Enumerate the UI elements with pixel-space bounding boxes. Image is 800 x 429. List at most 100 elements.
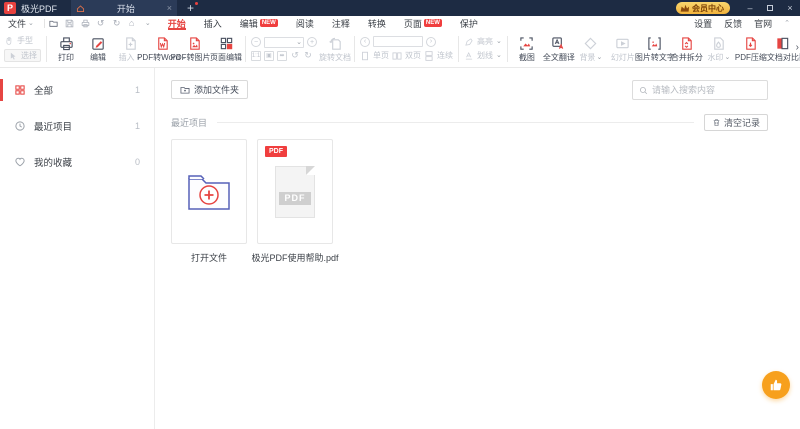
search-box[interactable] <box>632 80 768 100</box>
menu-label: 保护 <box>459 18 478 29</box>
official-site-link[interactable]: 官网 <box>754 17 772 30</box>
grid-icon <box>15 85 25 95</box>
print-quick-icon[interactable] <box>81 19 90 28</box>
feedback-link[interactable]: 反馈 <box>724 17 742 30</box>
translate-icon <box>551 36 566 51</box>
image-to-text-button[interactable]: 图片转文字 <box>635 31 675 67</box>
background-label: 背景 ⌄ <box>579 52 603 62</box>
continuous-label: 连续 <box>437 51 453 60</box>
continuous-button[interactable]: 连续 <box>424 50 453 61</box>
print-button[interactable]: 打印 <box>50 31 82 67</box>
vip-center-button[interactable]: 会员中心 <box>676 2 730 14</box>
menu-edit[interactable]: 编辑 NEW <box>231 16 287 30</box>
collapse-ribbon-icon[interactable]: ⌃ <box>784 20 790 27</box>
page-edit-label: 页面编辑 <box>210 52 242 62</box>
save-icon[interactable] <box>65 19 74 28</box>
tab-home[interactable]: 开始 × <box>71 0 178 16</box>
next-page-button[interactable]: › <box>426 36 436 47</box>
app-name: 极光PDF <box>21 3 58 14</box>
caret-down-icon[interactable]: ⌄ <box>145 20 151 27</box>
menu-page[interactable]: 页面 NEW <box>395 16 451 30</box>
tab-close-icon[interactable]: × <box>167 3 172 13</box>
open-file-card[interactable] <box>171 139 247 244</box>
menu-start[interactable]: 开始 <box>159 16 195 30</box>
toolbar-expand-icon[interactable]: › <box>796 42 799 53</box>
page-number-input[interactable] <box>373 36 423 47</box>
page-edit-icon <box>219 36 234 51</box>
screenshot-icon <box>519 36 534 51</box>
translate-label: 全文翻译 <box>542 52 575 62</box>
minimize-button[interactable]: – <box>740 0 760 16</box>
edit-label: 编辑 <box>90 52 106 62</box>
file-menu[interactable]: 文件 ⌄ <box>0 17 40 30</box>
app-logo-icon: P <box>4 2 16 14</box>
menu-insert[interactable]: 插入 <box>195 16 231 30</box>
rotate-right-button[interactable]: ↻ <box>303 51 313 61</box>
screenshot-button[interactable]: 截图 <box>511 31 543 67</box>
search-icon <box>640 86 648 94</box>
highlight-button[interactable]: 高亮 ⌄ <box>464 36 502 47</box>
menu-label: 阅读 <box>295 18 314 29</box>
rotate-doc-icon <box>328 36 343 51</box>
merge-split-icon <box>679 36 694 51</box>
rotate-doc-button[interactable]: 旋转文档 <box>319 31 351 67</box>
heart-icon <box>15 157 25 167</box>
hand-tool[interactable]: 手型 <box>4 35 41 46</box>
sidebar-item-all[interactable]: 全部 1 <box>0 72 154 108</box>
undo-icon[interactable]: ↺ <box>97 18 106 28</box>
background-button[interactable]: 背景 ⌄ <box>575 31 607 67</box>
menu-annotate[interactable]: 注释 <box>323 16 359 30</box>
page-edit-button[interactable]: 页面编辑 <box>210 31 242 67</box>
menu-read[interactable]: 阅读 <box>287 16 323 30</box>
image-to-text-label: 图片转文字 <box>634 52 675 62</box>
redo-icon[interactable]: ↻ <box>113 18 122 28</box>
close-button[interactable]: × <box>780 0 800 16</box>
open-file-icon[interactable] <box>49 19 58 28</box>
pdf-compress-button[interactable]: PDF压缩 <box>735 31 767 67</box>
vip-label: 会员中心 <box>692 3 724 13</box>
hand-label: 手型 <box>17 36 33 45</box>
divider <box>46 35 47 62</box>
fit-page-button[interactable]: ▣ <box>264 50 274 61</box>
double-page-button[interactable]: 双页 <box>392 50 421 61</box>
prev-page-button[interactable]: ‹ <box>360 36 370 47</box>
merge-split-button[interactable]: 合并拆分 <box>671 31 703 67</box>
title-bar: P 极光PDF 开始 × + 会员中心 – × <box>0 0 800 16</box>
sidebar-item-recent[interactable]: 最近项目 1 <box>0 108 154 144</box>
underline-button[interactable]: 划线 ⌄ <box>464 50 502 61</box>
clear-records-button[interactable]: 清空记录 <box>703 114 768 131</box>
sidebar: 全部 1 最近项目 1 我的收藏 0 <box>0 68 155 429</box>
feedback-fab-button[interactable] <box>762 371 790 399</box>
fit-width-button[interactable]: ⬌ <box>277 50 287 61</box>
zoom-out-button[interactable]: − <box>251 37 261 47</box>
menu-convert[interactable]: 转换 <box>359 16 395 30</box>
select-tool[interactable]: 选择 <box>4 49 41 62</box>
add-folder-button[interactable]: 添加文件夹 <box>171 80 249 99</box>
pdf-file-card[interactable]: PDF PDF <box>257 139 333 244</box>
zoom-in-button[interactable]: + <box>307 37 317 47</box>
translate-button[interactable]: 全文翻译 <box>543 31 575 67</box>
search-input[interactable] <box>652 85 761 95</box>
actual-size-button[interactable]: 1:1 <box>251 50 261 61</box>
pdf-to-image-button[interactable]: PDF转图片 ⌄ <box>171 31 217 67</box>
zoom-level-select[interactable]: ⌄ <box>264 36 304 48</box>
menu-protect[interactable]: 保护 <box>451 16 487 30</box>
maximize-button[interactable] <box>760 0 780 16</box>
single-page-label: 单页 <box>373 51 389 60</box>
app-window: P 极光PDF 开始 × + 会员中心 – × 文件 ⌄ ↺ ↻ ⌂ ⌄ 开始 … <box>0 0 800 429</box>
doc-compare-button[interactable]: 文档对比 <box>767 31 799 67</box>
settings-link[interactable]: 设置 <box>694 17 712 30</box>
sidebar-item-favorites[interactable]: 我的收藏 0 <box>0 144 154 180</box>
pdf-compress-label: PDF压缩 <box>734 52 767 62</box>
menu-label: 注释 <box>331 18 350 29</box>
sidebar-item-count: 0 <box>134 157 140 167</box>
sidebar-item-label: 全部 <box>34 86 54 97</box>
single-page-button[interactable]: 单页 <box>360 50 389 61</box>
new-tab-button[interactable]: + <box>187 2 199 14</box>
home-quick-icon[interactable]: ⌂ <box>129 18 138 28</box>
rotate-left-button[interactable]: ↺ <box>290 51 300 61</box>
watermark-button[interactable]: 水印 ⌄ <box>703 31 735 67</box>
trash-icon <box>713 119 720 126</box>
new-badge: NEW <box>259 19 278 27</box>
edit-button[interactable]: 编辑 <box>82 31 114 67</box>
